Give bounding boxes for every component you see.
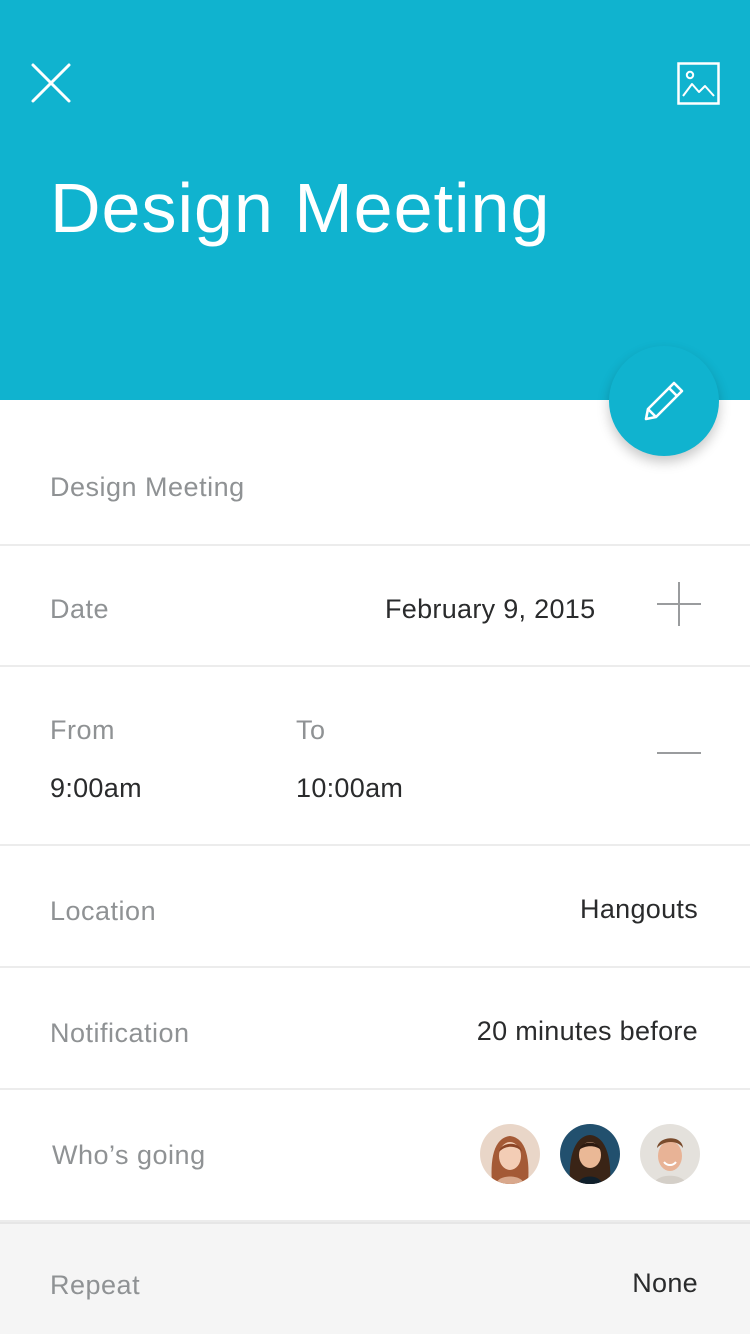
event-header: Design Meeting	[0, 0, 750, 400]
plus-icon[interactable]	[656, 581, 702, 627]
location-value: Hangouts	[580, 894, 698, 924]
minus-icon[interactable]	[656, 743, 702, 763]
notification-label: Notification	[50, 1018, 190, 1048]
image-icon[interactable]	[677, 62, 720, 105]
date-label: Date	[50, 594, 110, 624]
to-time-value[interactable]: 10:00am	[296, 773, 403, 804]
from-time-value[interactable]: 9:00am	[50, 773, 142, 804]
avatar-list	[480, 1124, 700, 1184]
avatar[interactable]	[560, 1124, 620, 1184]
location-row[interactable]: Location Hangouts	[0, 846, 750, 968]
repeat-row[interactable]: Repeat None	[0, 1222, 750, 1334]
repeat-label: Repeat	[50, 1270, 141, 1300]
attendees-row: Who’s going	[0, 1090, 750, 1222]
location-label: Location	[50, 896, 157, 926]
attendees-label: Who’s going	[52, 1140, 206, 1170]
page-title: Design Meeting	[50, 169, 551, 247]
repeat-value: None	[632, 1268, 698, 1298]
avatar[interactable]	[480, 1124, 540, 1184]
notification-row[interactable]: Notification 20 minutes before	[0, 968, 750, 1090]
time-row: From 9:00am To 10:00am	[0, 667, 750, 846]
title-row[interactable]: Design Meeting	[0, 400, 750, 546]
event-detail-screen: Design Meeting Design Meeting Date Febru…	[0, 0, 750, 1334]
avatar[interactable]	[640, 1124, 700, 1184]
from-label: From	[50, 715, 115, 745]
close-icon[interactable]	[30, 62, 72, 104]
notification-value: 20 minutes before	[476, 1016, 698, 1046]
date-value: February 9, 2015	[385, 594, 596, 624]
date-row[interactable]: Date February 9, 2015	[0, 546, 750, 667]
to-label: To	[296, 715, 326, 745]
title-field-value: Design Meeting	[50, 472, 245, 502]
